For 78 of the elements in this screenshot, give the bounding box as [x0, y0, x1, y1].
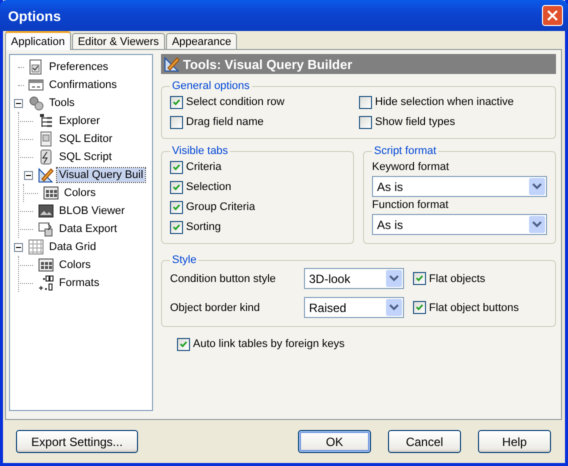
tree-item[interactable]: Visual Query Buil: [57, 168, 146, 182]
checkbox-label: Hide selection when inactive: [375, 96, 514, 108]
checkbox-label: Drag field name: [186, 116, 264, 128]
tree-item[interactable]: Preferences: [47, 60, 110, 74]
tree-item[interactable]: BLOB Viewer: [57, 204, 127, 218]
dropdown[interactable]: 3D-look: [304, 268, 404, 289]
field-label: Condition button style: [170, 272, 277, 284]
checkbox-label: Selection: [186, 181, 232, 193]
checkbox-label: Select condition row: [186, 96, 284, 108]
group-title: General options: [171, 80, 251, 92]
chevron-down-icon[interactable]: [529, 178, 545, 195]
tree-icon: [38, 113, 54, 129]
checkbox[interactable]: [177, 338, 190, 350]
checkbox-label: Flat object buttons: [429, 302, 519, 314]
tab[interactable]: Editor & Viewers: [72, 33, 165, 49]
dialog-button[interactable]: Cancel: [388, 430, 461, 453]
group-title: Style: [171, 254, 198, 266]
checkbox[interactable]: [170, 96, 183, 108]
dropdown[interactable]: As is: [372, 176, 547, 197]
checkbox[interactable]: [413, 301, 426, 314]
tree-item[interactable]: Colors: [57, 258, 93, 272]
tree-item[interactable]: Tools: [47, 96, 77, 110]
field-label: Keyword format: [372, 161, 450, 173]
tree-item[interactable]: Data Grid: [47, 240, 98, 254]
checkbox[interactable]: [170, 220, 183, 234]
field-label: Function format: [372, 199, 450, 211]
collapse-icon[interactable]: [14, 98, 23, 108]
window-title: Options: [8, 8, 61, 24]
grid-icon: [38, 257, 54, 273]
ruler-pencil-icon: [38, 167, 54, 183]
group-title: Visible tabs: [171, 145, 230, 157]
grid-icon: [43, 185, 59, 201]
collapse-icon[interactable]: [14, 242, 23, 252]
collapse-icon[interactable]: [24, 170, 33, 180]
checklist-icon: [28, 59, 44, 75]
checkbox-label: Criteria: [186, 161, 222, 173]
close-icon[interactable]: [547, 10, 558, 21]
window-icon: [28, 77, 44, 93]
checkbox-label: Group Criteria: [186, 201, 256, 213]
checkbox[interactable]: [170, 200, 183, 214]
table-icon: [28, 239, 44, 255]
checkbox[interactable]: [170, 116, 183, 128]
checkbox-label: Flat objects: [429, 272, 486, 284]
tree-item[interactable]: SQL Script: [57, 150, 114, 164]
checkbox[interactable]: [359, 96, 372, 108]
dialog-button[interactable]: Export Settings...: [16, 430, 138, 453]
ruler-pencil-icon: [164, 56, 180, 72]
tree-item[interactable]: Colors: [62, 186, 98, 200]
tab[interactable]: Application: [5, 31, 71, 50]
checkbox[interactable]: [413, 272, 426, 285]
tab[interactable]: Appearance: [166, 33, 238, 49]
section-title: Tools: Visual Query Builder: [183, 56, 352, 72]
checkbox[interactable]: [170, 180, 183, 194]
tree-item[interactable]: Explorer: [57, 114, 102, 128]
checkbox-label: Auto link tables by foreign keys: [193, 338, 345, 350]
checkbox-label: Show field types: [375, 116, 456, 128]
tree-item[interactable]: Confirmations: [47, 78, 119, 92]
tree-item[interactable]: Formats: [57, 276, 102, 290]
checkbox[interactable]: [170, 160, 183, 174]
close-button[interactable]: [542, 5, 563, 26]
number-format-icon: [38, 275, 54, 291]
dropdown[interactable]: Raised: [304, 297, 404, 318]
dropdown[interactable]: As is: [372, 214, 547, 235]
tree-item[interactable]: SQL Editor: [57, 132, 114, 146]
chevron-down-icon[interactable]: [386, 270, 402, 287]
tree-item[interactable]: Data Export: [57, 222, 120, 236]
group-title: Script format: [373, 145, 438, 157]
dialog-button[interactable]: OK: [298, 430, 371, 453]
image-icon: [38, 203, 54, 219]
checkbox-label: Sorting: [186, 221, 221, 233]
export-icon: [38, 221, 54, 237]
chevron-down-icon[interactable]: [529, 216, 545, 233]
field-label: Object border kind: [170, 302, 261, 314]
dialog-button[interactable]: Help: [478, 430, 551, 453]
script-icon: [38, 149, 54, 165]
checkbox[interactable]: [359, 116, 372, 128]
document-icon: [38, 131, 54, 147]
chevron-down-icon[interactable]: [386, 299, 402, 316]
